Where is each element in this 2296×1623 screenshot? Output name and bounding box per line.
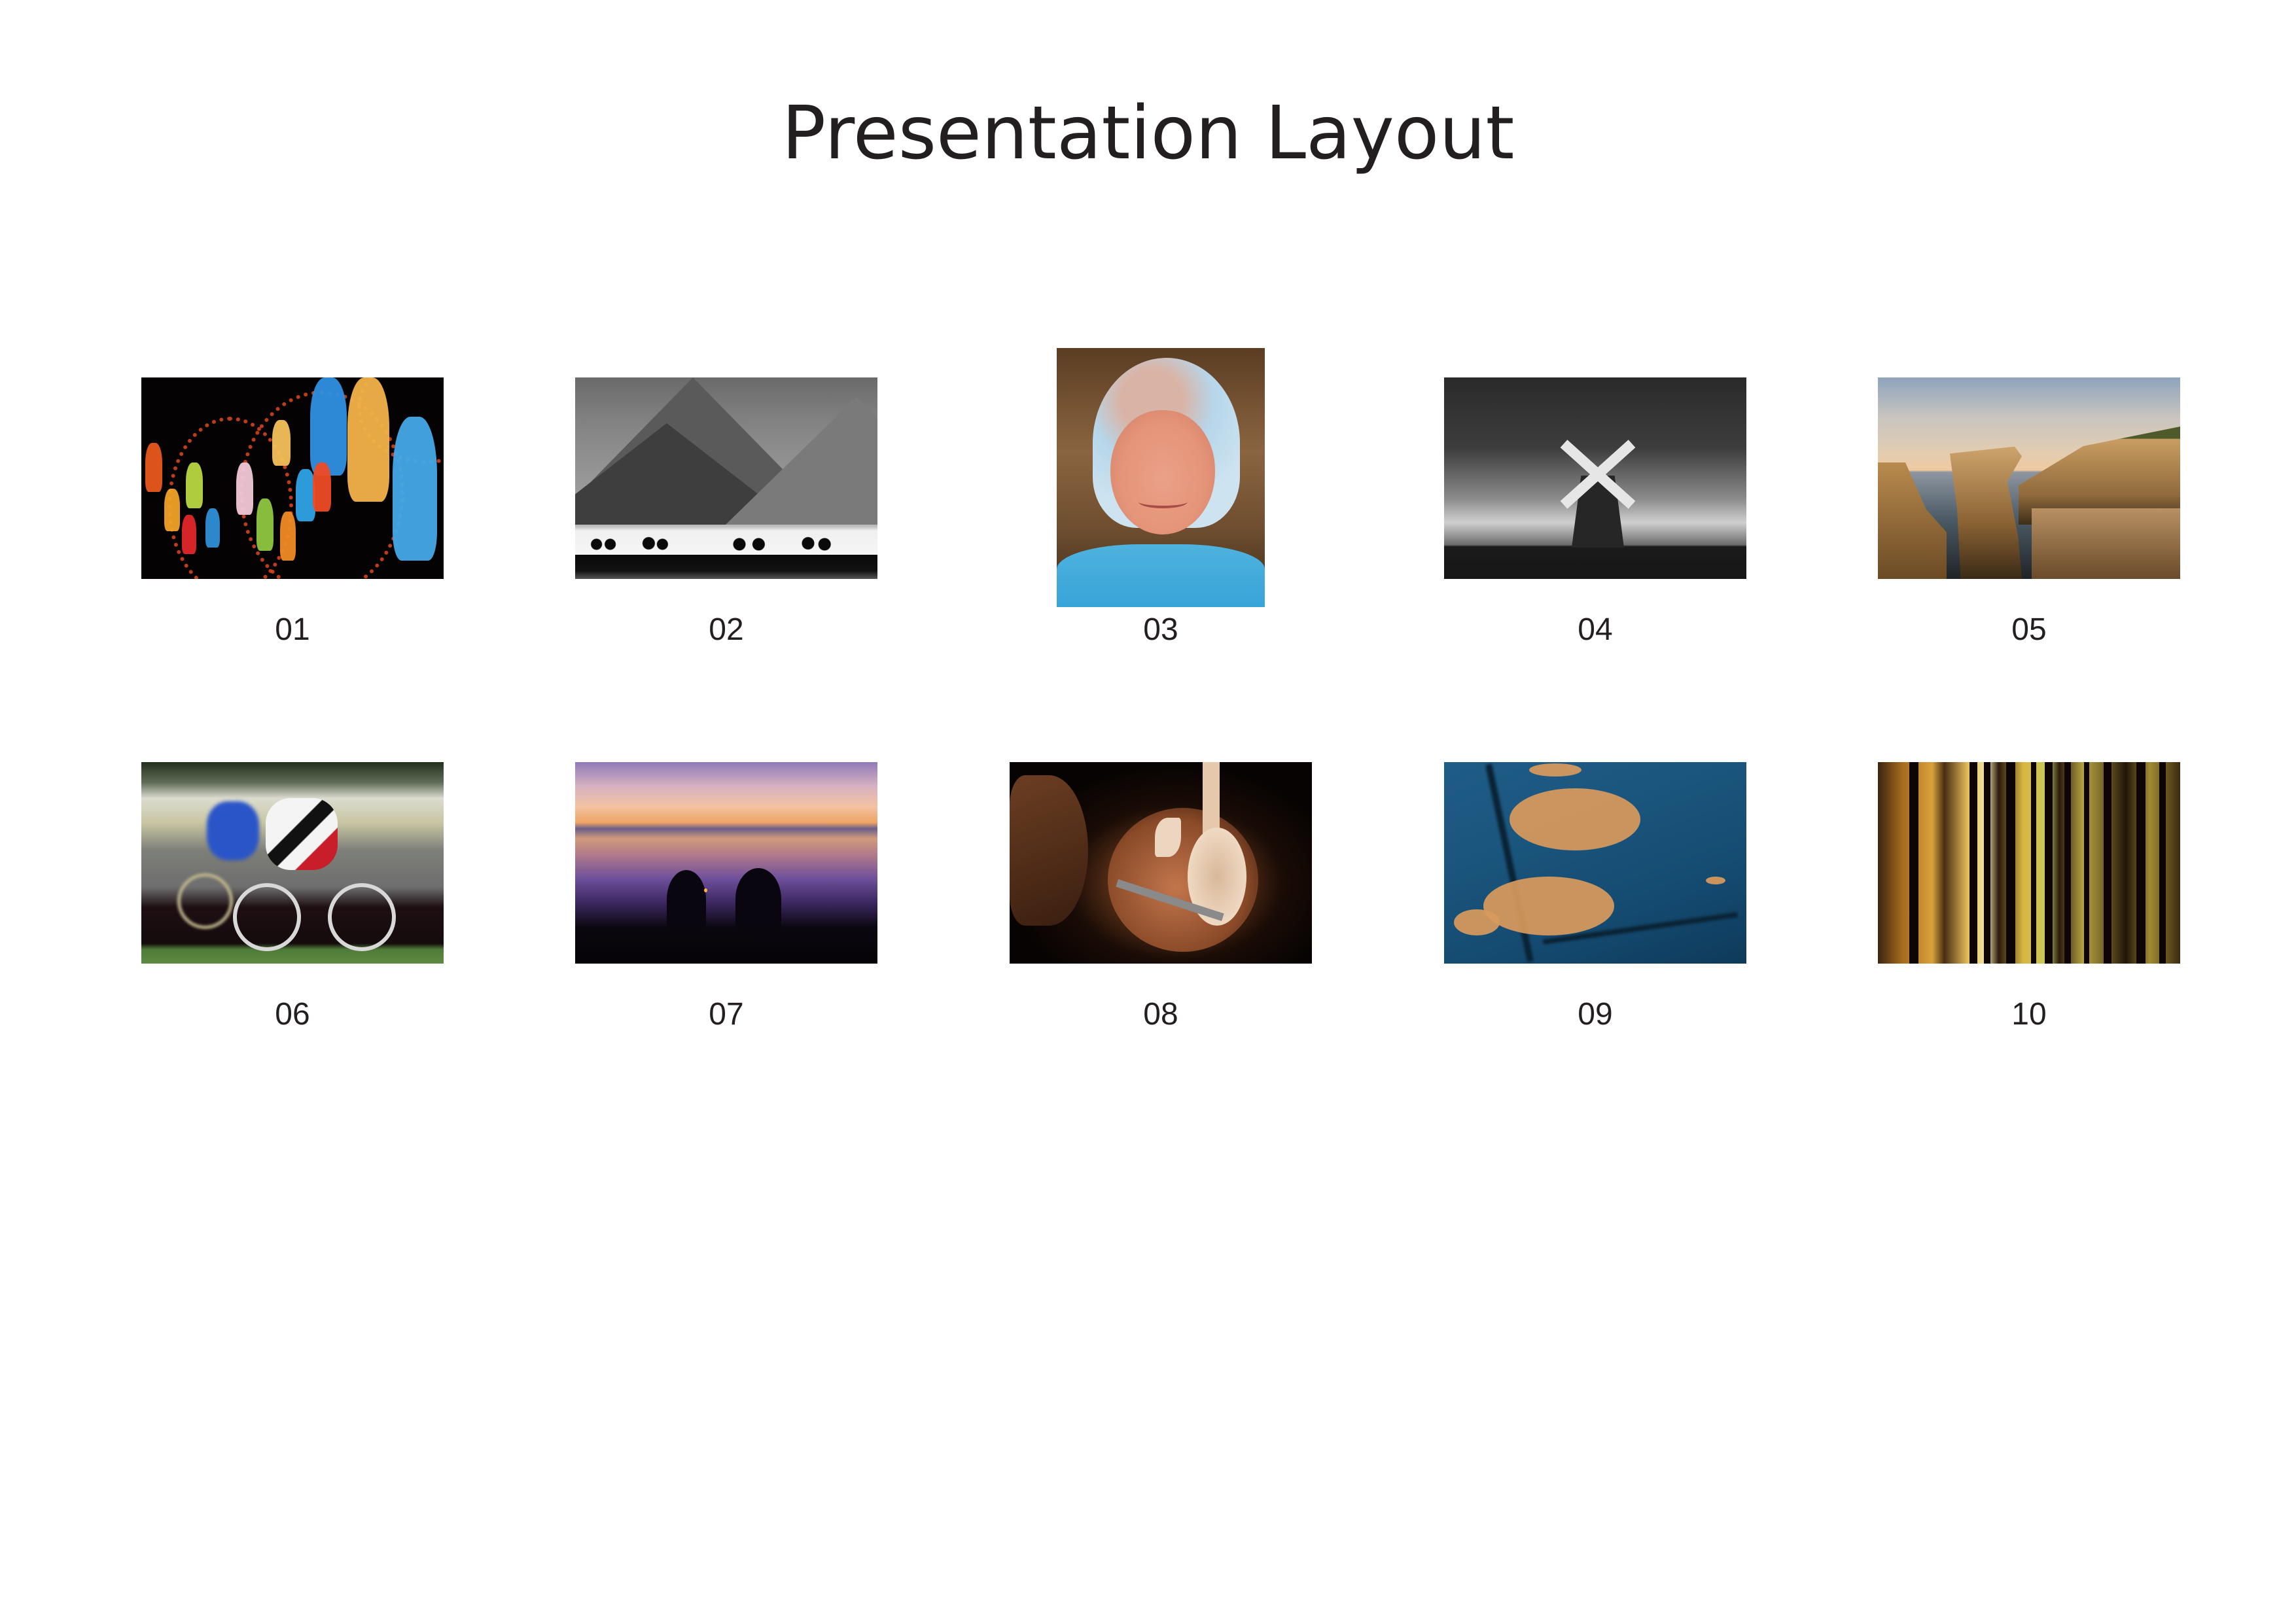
leaf (1529, 763, 1581, 777)
photo-number: 09 (1578, 997, 1613, 1032)
leaf-cluster (1454, 909, 1500, 935)
lantern (182, 515, 196, 554)
hand-left (1010, 775, 1088, 926)
rocks-foreground (2032, 508, 2180, 579)
photo-number: 06 (275, 997, 310, 1032)
photo-cyclists[interactable] (141, 762, 444, 964)
lantern (313, 462, 331, 512)
photo-forest[interactable] (1878, 762, 2180, 964)
wood-shaving (1155, 818, 1181, 857)
tree-trunk (2064, 762, 2071, 964)
tree-trunk (2104, 762, 2111, 964)
photo-number: 08 (1143, 997, 1178, 1032)
photo-mountains[interactable] (575, 377, 877, 579)
lantern (280, 512, 296, 561)
tree-trunk (2159, 762, 2166, 964)
tree-trunk (1984, 762, 1990, 964)
lighter-flame (704, 888, 707, 892)
leaf-cluster (1483, 877, 1614, 935)
rock-stack (1950, 446, 2022, 579)
bike-wheel (177, 873, 233, 929)
face (1110, 410, 1215, 534)
lantern (347, 377, 389, 502)
photo-number: 05 (2011, 612, 2047, 647)
photo-windmill[interactable] (1444, 377, 1746, 579)
photo-leaves-water[interactable] (1444, 762, 1746, 964)
cyclist-blue (207, 801, 259, 860)
mountain-silhouette (726, 397, 877, 525)
photo-number: 04 (1578, 612, 1613, 647)
tree-trunk (2006, 762, 2015, 964)
photo-portrait[interactable] (1057, 348, 1265, 607)
lantern (393, 417, 437, 561)
tree-trunk (2136, 762, 2146, 964)
lantern (236, 462, 253, 515)
photo-number: 03 (1143, 612, 1178, 647)
lantern (272, 420, 291, 466)
lantern (186, 462, 203, 508)
bike-wheel (328, 883, 396, 951)
tree-trunk (2031, 762, 2036, 964)
photo-lanterns[interactable] (141, 377, 444, 579)
spoon-handle (1203, 762, 1220, 834)
photo-sunset[interactable] (575, 762, 877, 964)
tree-trunk (2084, 762, 2089, 964)
lantern (145, 443, 162, 492)
page-title: Presentation Layout (781, 91, 1515, 176)
bike-wheel (233, 883, 301, 951)
silhouette-person (667, 870, 706, 929)
lantern (256, 498, 274, 551)
leaf-cluster (1510, 788, 1640, 850)
cyclist-main (266, 798, 338, 870)
leaf (1706, 877, 1725, 884)
lantern (205, 508, 220, 548)
photo-number: 10 (2011, 997, 2047, 1032)
tree-trunk (1909, 762, 1918, 964)
jacket (1057, 544, 1265, 607)
photo-number: 01 (275, 612, 310, 647)
photo-number: 07 (709, 997, 744, 1032)
tree-trunk (2045, 762, 2053, 964)
lantern (310, 377, 347, 476)
silhouette-person (735, 868, 781, 930)
photo-spoon-carving[interactable] (1010, 762, 1312, 964)
rock-left (1878, 462, 1947, 579)
smile (1139, 495, 1188, 508)
people-silhouettes (588, 536, 863, 556)
photo-number: 02 (709, 612, 744, 647)
photo-cliffs[interactable] (1878, 377, 2180, 579)
tree-trunk (1969, 762, 1977, 964)
lantern (164, 489, 180, 531)
